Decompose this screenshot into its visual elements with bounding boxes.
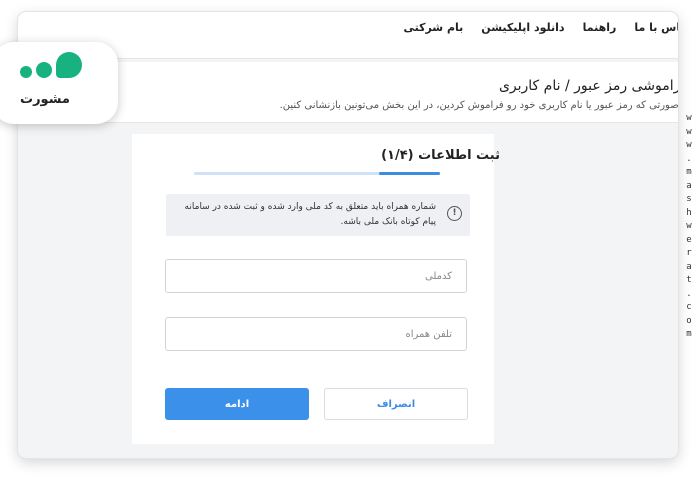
info-notice: ! شماره همراه باید متعلق به کد ملی وارد … [166,194,470,236]
mobile-number-field[interactable] [165,317,467,351]
nav-guide-link[interactable]: راهنما [583,21,617,34]
site-logo: مشورت [0,42,118,124]
top-navigation: تماس با ما راهنما دانلود اپلیکیشن بام شر… [18,12,678,59]
logo-dot-small [20,66,32,78]
nav-contact-link[interactable]: تماس با ما [634,21,678,34]
info-notice-text: شماره همراه باید متعلق به کد ملی وارد شد… [184,202,436,227]
nav-download-app-link[interactable]: دانلود اپلیکیشن [481,21,564,34]
exclamation-circle-icon: ! [447,206,462,221]
logo-speech-bubble [56,52,82,78]
page-title: فراموشی رمز عبور / نام کاربری [498,78,678,94]
form-title: ثبت اطلاعات (۱/۴) [381,148,500,163]
logo-dot-medium [36,62,52,78]
step-progress-bar [194,172,440,175]
step-progress-fill [378,172,440,175]
registration-form-card: ثبت اطلاعات (۱/۴) ! شماره همراه باید متع… [132,134,500,444]
continue-button[interactable]: ادامه [165,388,309,420]
site-watermark: www.mashwerat.com [686,113,692,339]
mobile-number-input[interactable] [166,318,466,350]
logo-wordmark: مشورت [20,92,70,107]
national-code-field[interactable] [165,259,467,293]
national-code-input[interactable] [166,260,466,292]
cancel-button[interactable]: انصراف [324,388,468,420]
nav-links: تماس با ما راهنما دانلود اپلیکیشن بام شر… [403,12,678,42]
nav-corporate-link[interactable]: بام شرکتی [403,21,463,34]
page-subtitle: درصورتی که رمز عبور یا نام کاربری خود رو… [279,100,678,111]
